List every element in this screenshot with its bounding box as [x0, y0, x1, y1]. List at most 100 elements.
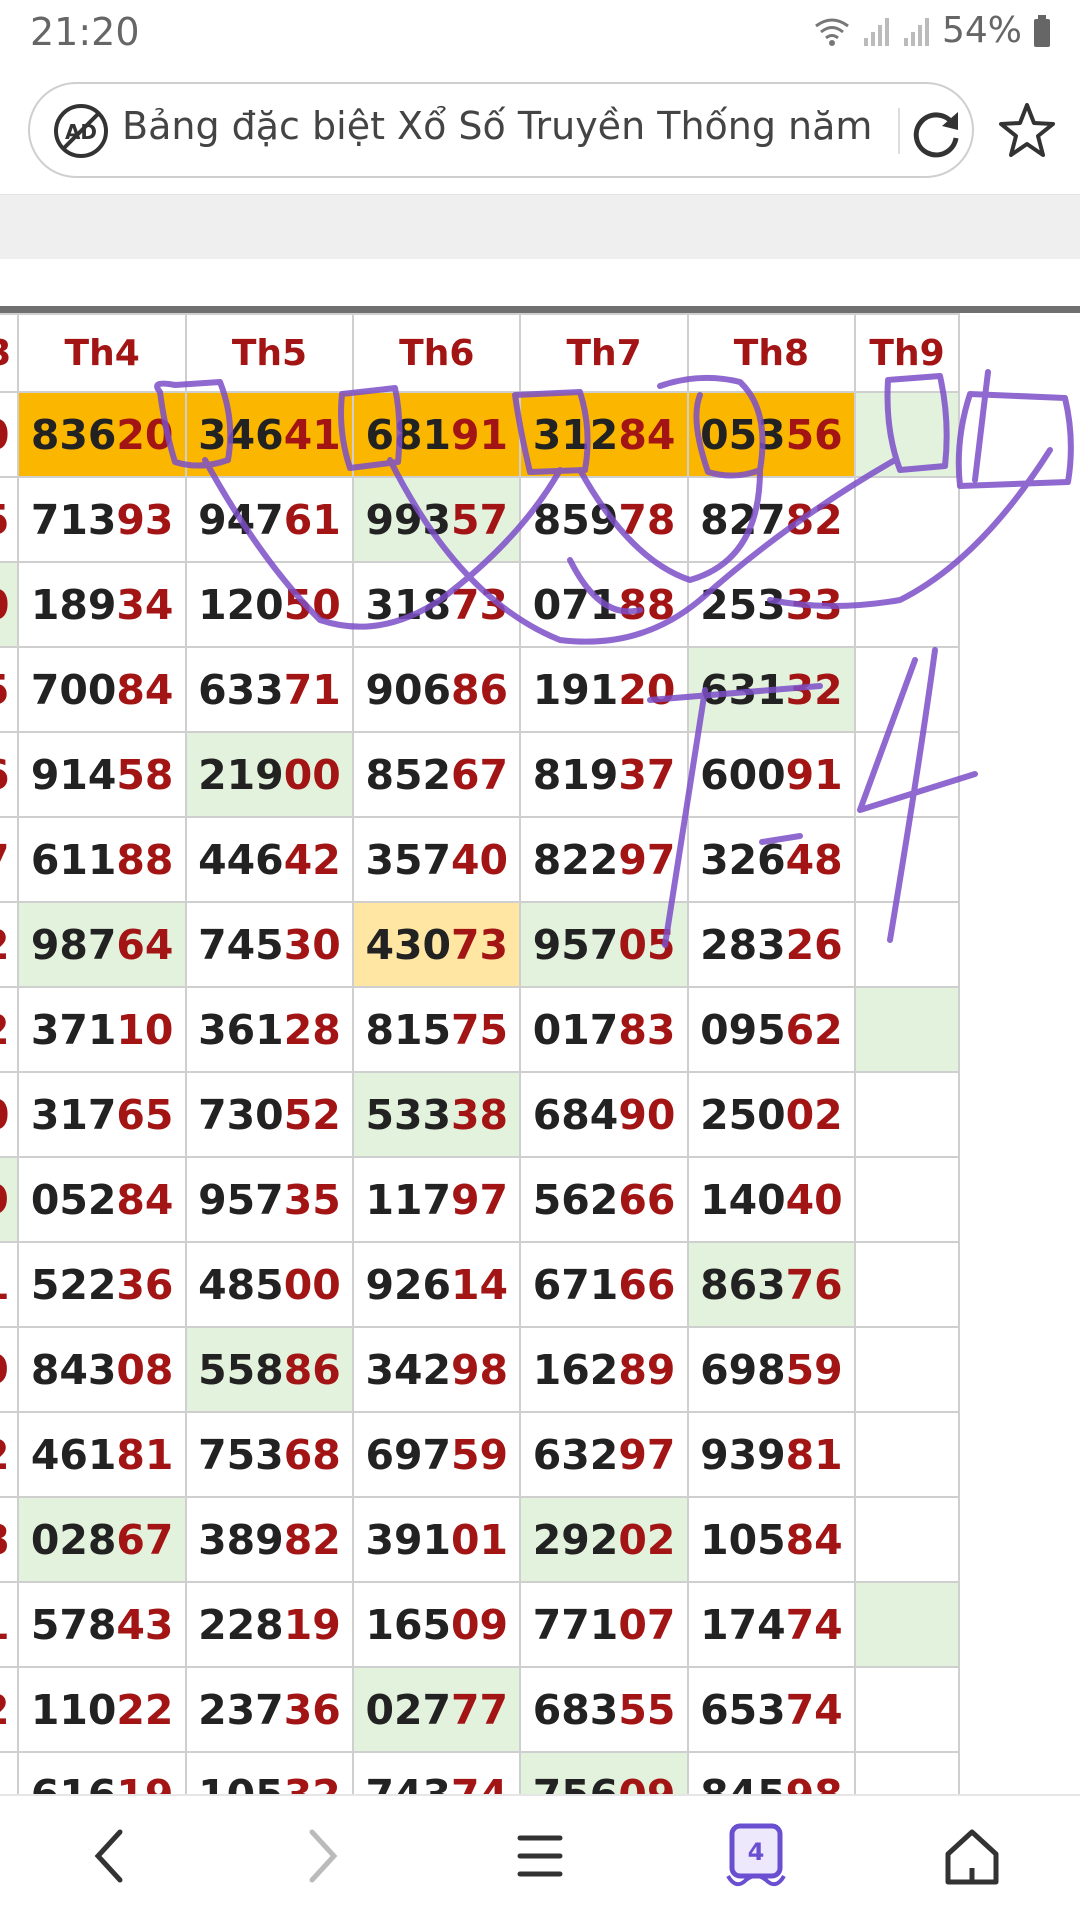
address-bar[interactable]: AD Bảng đặc biệt Xổ Số Truyền Thống năm: [28, 82, 974, 178]
status-icons: 54%: [812, 10, 1052, 51]
cell-last-two-digits: 28: [283, 1005, 341, 1054]
result-cell: 28326: [686, 901, 857, 988]
result-cell: [854, 1581, 960, 1668]
cell-prefix: 174: [700, 1600, 786, 1649]
cell-last-two-digits: 77: [451, 1685, 509, 1734]
star-icon[interactable]: [996, 100, 1058, 162]
cell-last-two-digits: 91: [451, 410, 509, 459]
result-cell: [854, 1411, 960, 1498]
cell-prefix: 052: [30, 1175, 117, 1224]
result-cell: 21900: [184, 731, 355, 818]
toolbar-band: [0, 194, 1080, 259]
result-cell: 02777: [352, 1666, 522, 1753]
cell-prefix: 371: [30, 1005, 117, 1054]
cell-prefix: 745: [198, 920, 284, 969]
cell-last-two-digits: 59: [785, 1345, 843, 1394]
cell-last-two-digits: 83: [618, 1005, 676, 1054]
cell-prefix: 095: [700, 1005, 786, 1054]
result-cell: [854, 986, 960, 1073]
result-cell: 52236: [17, 1241, 187, 1328]
row-first-cell: 98: [0, 1496, 20, 1583]
cell-prefix: 071: [532, 580, 619, 629]
results-table: 3 Th4 Th5 Th6 Th7 Th8 Th9 10836203464168…: [0, 306, 1080, 1801]
cell-last-two-digits: 97: [618, 1430, 676, 1479]
result-cell: 75368: [184, 1411, 355, 1498]
result-cell: 60091: [686, 731, 857, 818]
result-cell: 71393: [17, 476, 187, 563]
tabs-button[interactable]: 4: [716, 1816, 796, 1896]
cell-prefix: 852: [365, 750, 452, 799]
result-cell: 22819: [184, 1581, 355, 1668]
result-cell: 69859: [686, 1326, 857, 1413]
table-row: 003176573052533386849025002: [0, 1071, 960, 1158]
cell-last-two-digits: 10: [116, 1005, 174, 1054]
cell-prefix: 361: [198, 1005, 284, 1054]
result-cell: 93981: [686, 1411, 857, 1498]
result-cell: [854, 816, 960, 903]
adblock-icon[interactable]: AD: [52, 102, 110, 160]
battery-percent: 54%: [941, 10, 1022, 51]
cell-prefix: 906: [365, 665, 452, 714]
cell-last-two-digits: 22: [116, 1685, 174, 1734]
back-icon[interactable]: [70, 1816, 150, 1896]
cell-last-two-digits: 84: [116, 1175, 174, 1224]
cell-prefix: 533: [365, 1090, 452, 1139]
cell-last-two-digits: 64: [116, 920, 174, 969]
cell-last-two-digits: 68: [283, 1430, 341, 1479]
cell-last-two-digits: 74: [785, 1600, 843, 1649]
cell-last-two-digits: 58: [116, 750, 174, 799]
cell-prefix: 836: [30, 410, 117, 459]
result-cell: 70084: [17, 646, 187, 733]
result-cell: 44642: [184, 816, 355, 903]
result-cell: 95705: [519, 901, 689, 988]
cell-last-two-digits: 57: [451, 495, 509, 544]
cell-last-two-digits: 66: [618, 1260, 676, 1309]
cell-prefix: 558: [198, 1345, 284, 1394]
battery-icon: [1034, 14, 1050, 47]
cell-text: 36: [0, 751, 9, 799]
cell-prefix: 957: [532, 920, 619, 969]
cell-prefix: 430: [365, 920, 452, 969]
menu-icon[interactable]: [500, 1816, 580, 1896]
result-cell: 94761: [184, 476, 355, 563]
reload-icon[interactable]: [906, 102, 966, 162]
url-text[interactable]: Bảng đặc biệt Xổ Số Truyền Thống năm: [122, 104, 892, 148]
cell-last-two-digits: 02: [785, 1090, 843, 1139]
cell-prefix: 698: [700, 1345, 786, 1394]
table-row: 715784322819165097710717474: [0, 1581, 960, 1668]
result-cell: 16289: [519, 1326, 689, 1413]
cell-text: 02: [0, 1006, 9, 1054]
cell-last-two-digits: 43: [116, 1600, 174, 1649]
cell-last-two-digits: 52: [283, 1090, 341, 1139]
result-cell: 91458: [17, 731, 187, 818]
status-time: 21:20: [30, 10, 140, 54]
cell-last-two-digits: 97: [618, 835, 676, 884]
result-cell: 63297: [519, 1411, 689, 1498]
cell-prefix: 053: [700, 410, 786, 459]
cell-prefix: 562: [532, 1175, 619, 1224]
cell-prefix: 993: [365, 495, 452, 544]
forward-icon[interactable]: [282, 1816, 362, 1896]
cell-last-two-digits: 26: [785, 920, 843, 969]
cell-last-two-digits: 89: [618, 1345, 676, 1394]
row-first-cell: 02: [0, 986, 20, 1073]
cell-prefix: 162: [532, 1345, 619, 1394]
home-icon[interactable]: [932, 1816, 1012, 1896]
result-cell: 90686: [352, 646, 522, 733]
cell-prefix: 771: [532, 1600, 619, 1649]
result-cell: [854, 561, 960, 648]
result-cell: 83620: [17, 391, 187, 478]
cell-text: 99: [0, 1346, 9, 1394]
result-cell: 10584: [686, 1496, 857, 1583]
result-cell: 84308: [17, 1326, 187, 1413]
result-cell: 85267: [352, 731, 522, 818]
cell-prefix: 357: [365, 835, 452, 884]
result-cell: [854, 1156, 960, 1243]
cell-prefix: 389: [198, 1515, 284, 1564]
cell-last-two-digits: 00: [283, 1260, 341, 1309]
result-cell: 39101: [352, 1496, 522, 1583]
result-cell: 09562: [686, 986, 857, 1073]
cell-last-two-digits: 50: [283, 580, 341, 629]
cell-text: 10: [0, 411, 9, 459]
row-first-cell: 00: [0, 1071, 20, 1158]
